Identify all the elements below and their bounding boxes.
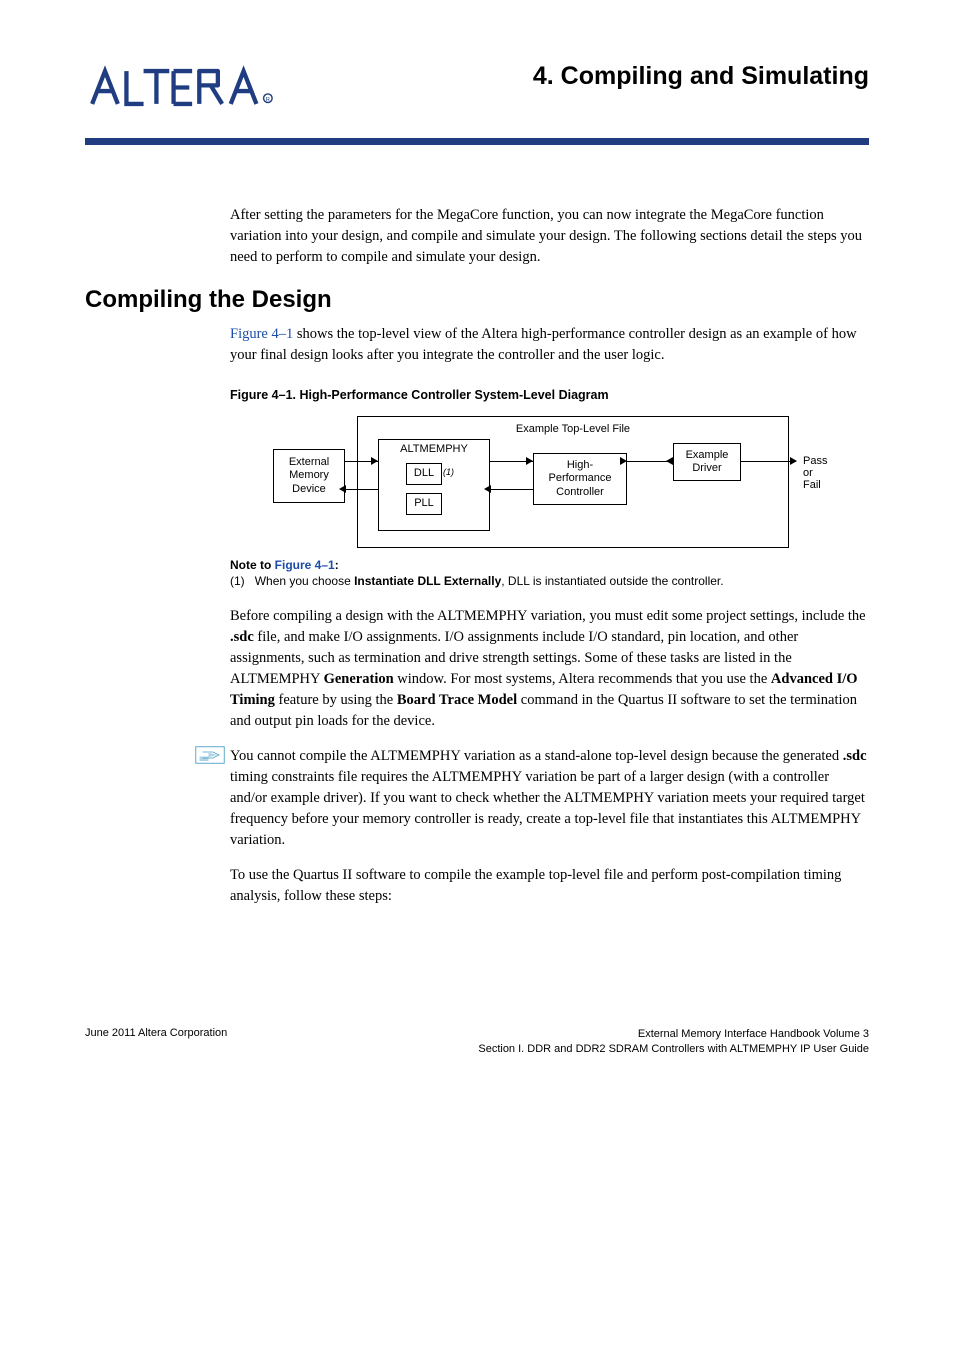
altmemphy-title: ALTMEMPHY [379, 443, 489, 456]
svg-text:R: R [266, 97, 270, 103]
high-performance-controller-box: High- Performance Controller [533, 453, 627, 505]
chapter-title: 4. Compiling and Simulating [533, 62, 869, 91]
example-driver-box: Example Driver [673, 443, 741, 481]
note-paragraph: You cannot compile the ALTMEMPHY variati… [230, 746, 869, 851]
system-level-diagram: Example Top-Level File External Memory D… [262, 416, 869, 548]
dll-box: DLL [406, 463, 442, 485]
intro-paragraph: After setting the parameters for the Meg… [230, 205, 869, 268]
section1-lead-paragraph: Figure 4–1 shows the top-level view of t… [230, 324, 869, 366]
dll-note-marker: (1) [443, 467, 454, 477]
note-num: (1) [230, 574, 245, 588]
figure-note-line: (1) When you choose Instantiate DLL Exte… [230, 574, 869, 588]
pll-box: PLL [406, 493, 442, 515]
section1-lead-rest: shows the top-level view of the Altera h… [230, 326, 857, 363]
note-text-bold: Instantiate DLL Externally [354, 574, 501, 588]
section-heading-compiling: Compiling the Design [85, 286, 869, 314]
altmemphy-box: ALTMEMPHY [378, 439, 490, 531]
altera-logo: R [85, 60, 285, 120]
figure-note-link[interactable]: Figure 4–1 [275, 558, 335, 572]
body-paragraph-3: To use the Quartus II software to compil… [230, 865, 869, 907]
footer-right-line2: Section I. DDR and DDR2 SDRAM Controller… [478, 1042, 869, 1057]
figure-note-suffix: : [335, 558, 339, 572]
external-memory-box: External Memory Device [273, 449, 345, 503]
figure-note-head: Note to Figure 4–1: [230, 558, 869, 572]
diagram-top-label: Example Top-Level File [358, 423, 788, 435]
body-paragraph-2: Before compiling a design with the ALTME… [230, 606, 869, 732]
pass-fail-label: Pass or Fail [803, 455, 827, 491]
footer-right-line1: External Memory Interface Handbook Volum… [478, 1027, 869, 1042]
header-rule [85, 138, 869, 145]
pointing-hand-icon [195, 746, 225, 764]
figure-ref-link[interactable]: Figure 4–1 [230, 326, 293, 342]
page-footer: June 2011 Altera Corporation External Me… [85, 1027, 869, 1057]
note-text-b: , DLL is instantiated outside the contro… [501, 574, 723, 588]
note-text-a: When you choose [255, 574, 354, 588]
figure-caption: Figure 4–1. High-Performance Controller … [230, 388, 869, 402]
figure-note-prefix: Note to [230, 558, 275, 572]
footer-left: June 2011 Altera Corporation [85, 1027, 227, 1057]
